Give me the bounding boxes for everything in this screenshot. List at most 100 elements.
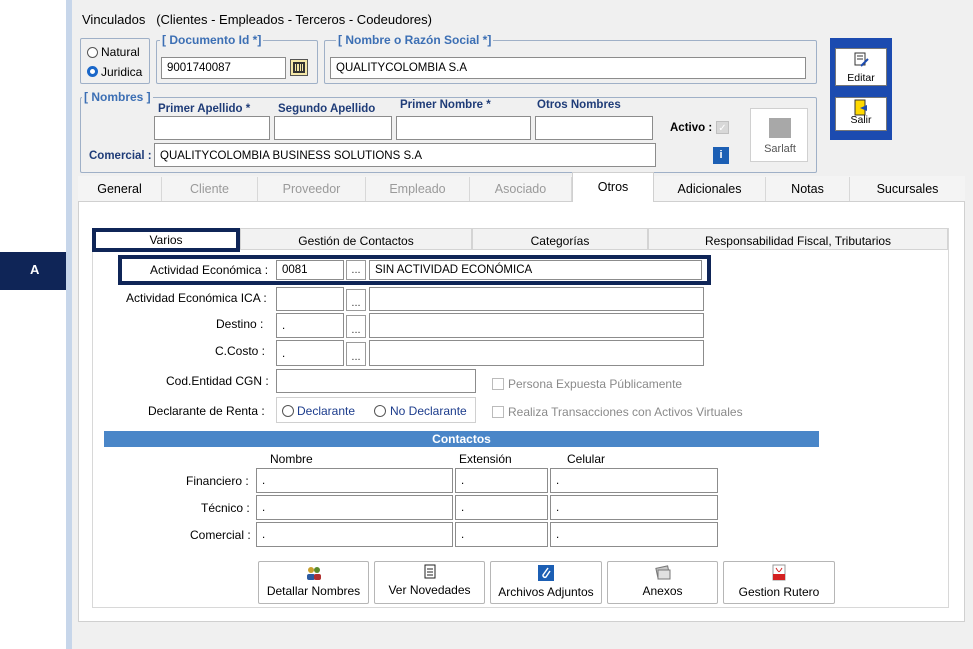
editar-button[interactable]: Editar: [835, 48, 887, 86]
juridica-label: Juridica: [101, 65, 143, 79]
tab-proveedor[interactable]: Proveedor: [258, 177, 366, 201]
actividad-lookup-button[interactable]: ...: [346, 260, 366, 280]
tab-asociado[interactable]: Asociado: [470, 177, 572, 201]
paperclip-icon: [538, 565, 554, 581]
ver-novedades-button[interactable]: Ver Novedades: [374, 561, 485, 604]
subtab-categorias[interactable]: Categorías: [472, 228, 648, 250]
archivos-adjuntos-button[interactable]: Archivos Adjuntos: [490, 561, 602, 604]
radio-no-declarante[interactable]: [374, 405, 386, 417]
documento-legend: [ Documento Id *]: [160, 33, 264, 47]
col-nombre: Nombre: [270, 452, 313, 466]
sarlaft-button[interactable]: Sarlaft: [750, 108, 808, 162]
nombres-legend: [ Nombres ]: [82, 90, 153, 104]
col-extension: Extensión: [459, 452, 512, 466]
contact-celular-input[interactable]: .: [550, 468, 718, 493]
anexos-label: Anexos: [642, 584, 683, 598]
window-left-border: [66, 0, 72, 649]
comercial-label: Comercial :: [89, 150, 152, 162]
cgn-label: Cod.Entidad CGN :: [166, 374, 269, 388]
tab-sucursales[interactable]: Sucursales: [850, 177, 965, 201]
comercial-input[interactable]: QUALITYCOLOMBIA BUSINESS SOLUTIONS S.A: [154, 143, 656, 167]
callout-letter: A: [30, 262, 40, 277]
contact-extension-input[interactable]: .: [455, 495, 548, 520]
radio-declarante[interactable]: [282, 405, 294, 417]
contact-celular-input[interactable]: .: [550, 522, 718, 547]
salir-button[interactable]: Salir: [835, 97, 887, 131]
pdf-icon: [772, 564, 786, 581]
tab-general[interactable]: General: [78, 177, 162, 201]
tab-cliente[interactable]: Cliente: [162, 177, 258, 201]
edit-icon: [854, 52, 869, 67]
contact-extension-input[interactable]: .: [455, 468, 548, 493]
ica-label: Actividad Económica ICA :: [126, 291, 267, 305]
ica-lookup-button[interactable]: ...: [346, 289, 366, 311]
actividad-code-input[interactable]: 0081: [276, 260, 344, 280]
sarlaft-label: Sarlaft: [764, 143, 796, 155]
salir-label: Salir: [850, 114, 872, 126]
costo-desc-input[interactable]: [369, 340, 704, 366]
renta-label: Declarante de Renta :: [148, 404, 265, 418]
natural-label: Natural: [101, 45, 140, 59]
archivos-adjuntos-label: Archivos Adjuntos: [498, 585, 594, 599]
activo-label: Activo :: [670, 122, 713, 134]
segundo-apellido-label: Segundo Apellido: [278, 103, 376, 115]
primer-nombre-label: Primer Nombre *: [400, 99, 491, 111]
contact-celular-input[interactable]: .: [550, 495, 718, 520]
otros-nombres-label: Otros Nombres: [537, 99, 621, 111]
contact-row-label: Comercial :: [190, 528, 251, 542]
contactos-header: Contactos: [104, 431, 819, 447]
no-declarante-label: No Declarante: [390, 404, 467, 418]
gestion-rutero-label: Gestion Rutero: [738, 585, 820, 599]
destino-lookup-button[interactable]: ...: [346, 315, 366, 338]
destino-code-input[interactable]: .: [276, 313, 344, 338]
destino-label: Destino :: [216, 317, 264, 331]
tab-otros[interactable]: Otros: [572, 172, 654, 202]
declarante-label: Declarante: [297, 404, 356, 418]
subtab-responsabilidad-fiscal[interactable]: Responsabilidad Fiscal, Tributarios: [648, 228, 948, 250]
papers-stack-icon: [654, 565, 670, 580]
detallar-nombres-label: Detallar Nombres: [266, 584, 361, 598]
sarlaft-icon: [769, 118, 791, 138]
pep-label: Persona Expuesta Públicamente: [508, 377, 683, 391]
col-celular: Celular: [567, 452, 606, 466]
costo-label: C.Costo :: [215, 344, 266, 358]
contact-nombre-input[interactable]: .: [256, 522, 453, 547]
costo-lookup-button[interactable]: ...: [346, 342, 366, 366]
tab-empleado[interactable]: Empleado: [366, 177, 470, 201]
subtab-varios[interactable]: Varios: [92, 228, 240, 252]
anexos-button[interactable]: Anexos: [607, 561, 718, 604]
costo-code-input[interactable]: .: [276, 340, 344, 366]
window-title: Vinculados (Clientes - Empleados - Terce…: [82, 12, 432, 27]
tab-adicionales[interactable]: Adicionales: [654, 177, 766, 201]
contact-nombre-input[interactable]: .: [256, 495, 453, 520]
info-icon[interactable]: i: [713, 147, 729, 164]
people-icon: [306, 567, 321, 580]
otros-nombres-input[interactable]: [535, 116, 653, 140]
editar-label: Editar: [847, 72, 875, 84]
primer-nombre-input[interactable]: [396, 116, 531, 140]
subtab-gestion-contactos[interactable]: Gestión de Contactos: [240, 228, 472, 250]
ica-desc-input[interactable]: [369, 287, 704, 311]
document-icon: [424, 564, 435, 579]
actividad-desc-input[interactable]: SIN ACTIVIDAD ECONÓMICA: [369, 260, 702, 280]
barcode-icon[interactable]: [290, 59, 308, 76]
pep-checkbox[interactable]: [492, 378, 504, 390]
virtuales-label: Realiza Transacciones con Activos Virtua…: [508, 405, 743, 419]
ica-code-input[interactable]: [276, 287, 344, 311]
primer-apellido-input[interactable]: [154, 116, 270, 140]
gestion-rutero-button[interactable]: Gestion Rutero: [723, 561, 835, 604]
activo-checkbox[interactable]: ✓: [716, 121, 729, 134]
cgn-input[interactable]: [276, 369, 476, 393]
documento-input[interactable]: 9001740087: [161, 57, 286, 79]
segundo-apellido-input[interactable]: [274, 116, 392, 140]
radio-natural[interactable]: [87, 47, 98, 58]
radio-juridica[interactable]: [87, 66, 98, 77]
detallar-nombres-button[interactable]: Detallar Nombres: [258, 561, 369, 604]
primer-apellido-label: Primer Apellido *: [158, 103, 251, 115]
contact-nombre-input[interactable]: .: [256, 468, 453, 493]
razon-social-input[interactable]: QUALITYCOLOMBIA S.A: [330, 57, 806, 79]
contact-extension-input[interactable]: .: [455, 522, 548, 547]
tab-notas[interactable]: Notas: [766, 177, 850, 201]
destino-desc-input[interactable]: [369, 313, 704, 338]
virtuales-checkbox[interactable]: [492, 406, 504, 418]
